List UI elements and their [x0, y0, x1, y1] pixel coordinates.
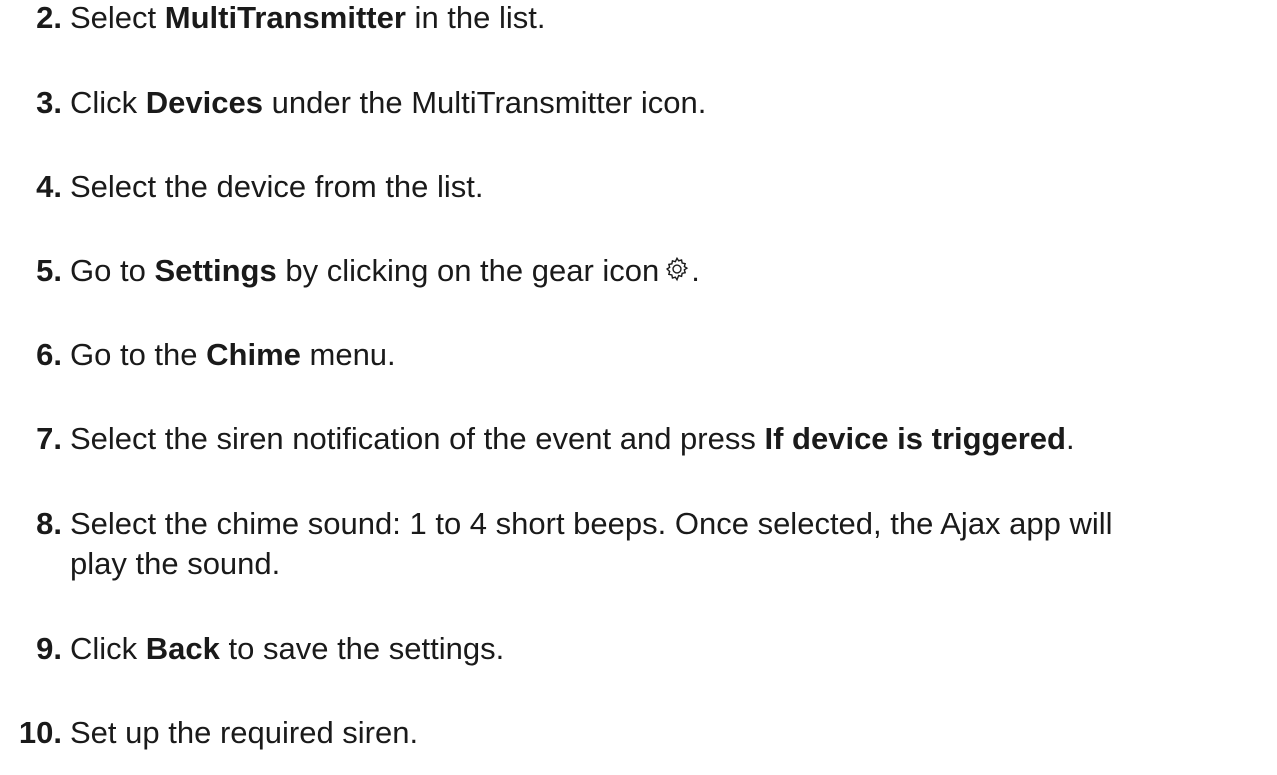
step-number: 3.	[36, 85, 62, 120]
step-text: Go to the Chime menu.	[70, 337, 396, 372]
step-text: Select the device from the list.	[70, 169, 484, 204]
step-text: Go to Settings by clicking on the gear i…	[70, 253, 700, 288]
step-number: 4.	[36, 169, 62, 204]
step-text: Click Devices under the MultiTransmitter…	[70, 85, 707, 120]
step-keyword: Devices	[145, 85, 263, 120]
step-number: 9.	[36, 631, 62, 666]
gear-icon	[663, 255, 691, 283]
step-keyword: Settings	[154, 253, 277, 288]
step-text-continued: play the sound.	[70, 546, 281, 581]
step-number: 2.	[36, 0, 62, 35]
step-text: Select the siren notification of the eve…	[70, 421, 1075, 456]
step-number: 5.	[36, 253, 62, 288]
step-text: Select MultiTransmitter in the list.	[70, 0, 546, 35]
step-keyword: If device is triggered	[764, 421, 1066, 456]
step-keyword: Chime	[206, 337, 301, 372]
step-text: Set up the required siren.	[70, 715, 419, 750]
step-text: Click Back to save the settings.	[70, 631, 505, 666]
step-number: 8.	[36, 506, 62, 541]
step-number: 10.	[18, 715, 62, 750]
step-number: 6.	[36, 337, 62, 372]
step-keyword: MultiTransmitter	[164, 0, 406, 35]
step-keyword: Back	[145, 631, 220, 666]
step-number: 7.	[36, 421, 62, 456]
step-text: Select the chime sound: 1 to 4 short bee…	[70, 506, 1113, 581]
